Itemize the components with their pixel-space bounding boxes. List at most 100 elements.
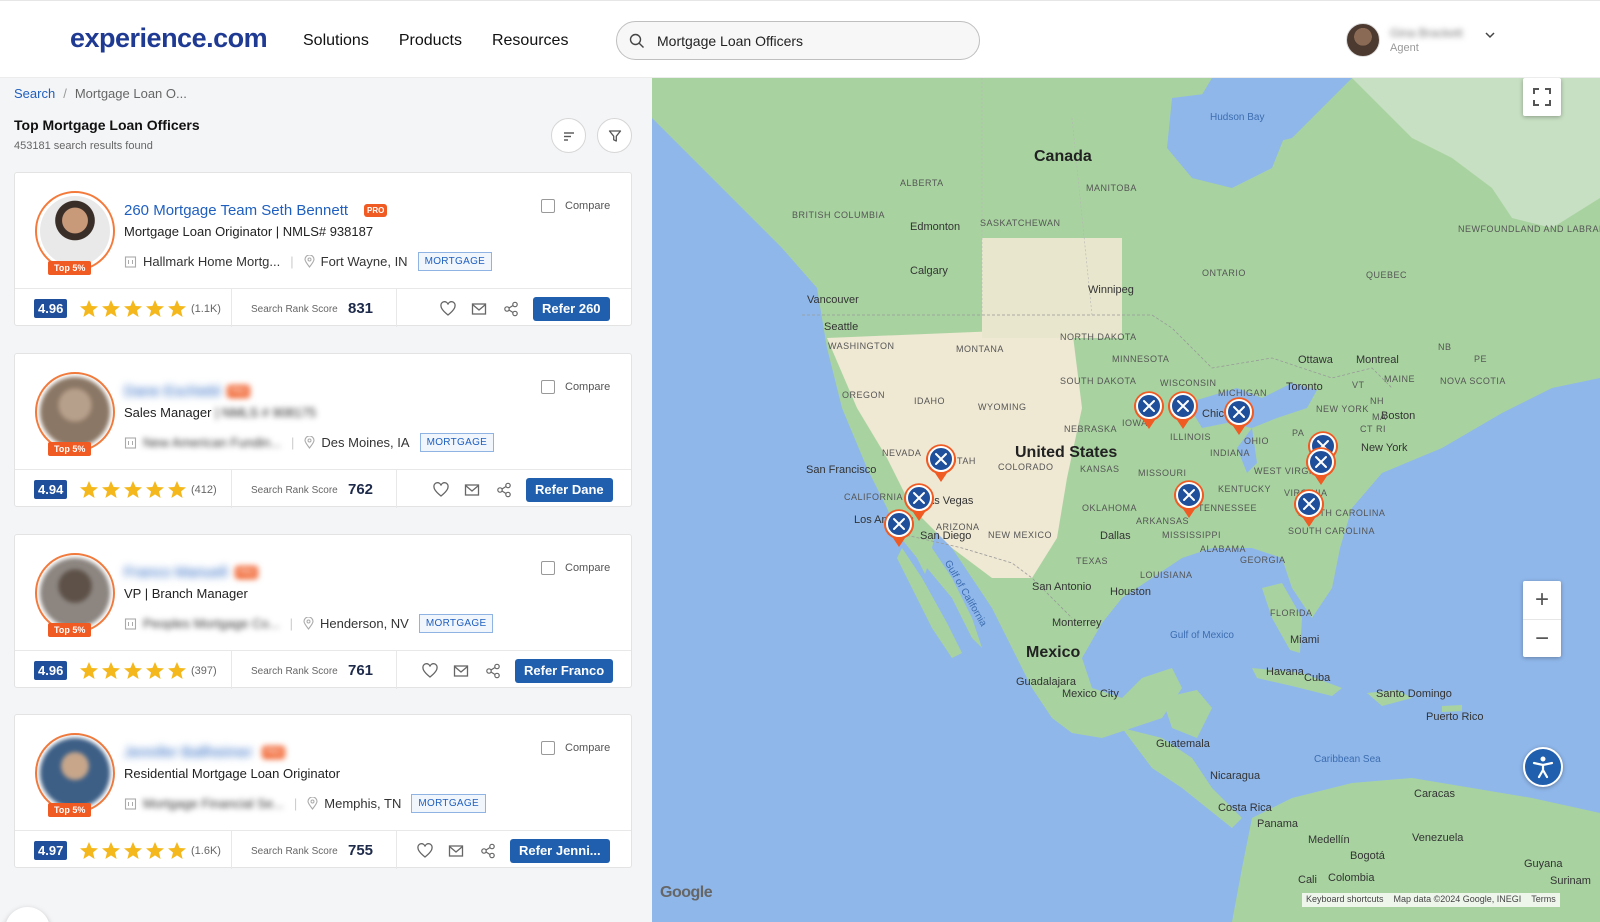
refer-button[interactable]: Refer 260 bbox=[533, 297, 610, 321]
profile-photo[interactable] bbox=[35, 733, 115, 813]
result-card[interactable]: Top 5% Jennifer Ballheimer PRO Residenti… bbox=[14, 714, 632, 869]
map-pin[interactable] bbox=[1166, 390, 1200, 430]
refer-button[interactable]: Refer Franco bbox=[515, 659, 614, 683]
star-icon bbox=[80, 481, 98, 498]
fullscreen-button[interactable] bbox=[1523, 78, 1561, 116]
map-label-city: Houston bbox=[1110, 586, 1151, 598]
refer-button[interactable]: Refer Jenni... bbox=[510, 839, 610, 863]
map-label-city: Winnipeg bbox=[1088, 284, 1134, 296]
terms-link[interactable]: Terms bbox=[1531, 894, 1556, 906]
review-count[interactable]: (412) bbox=[191, 484, 217, 496]
heart-icon[interactable] bbox=[422, 663, 438, 679]
result-card[interactable]: Top 5% 260 Mortgage Team Seth Bennett PR… bbox=[14, 172, 632, 327]
heart-icon[interactable] bbox=[433, 482, 449, 498]
map-label-state: NORTH DAKOTA bbox=[1060, 332, 1137, 342]
map-label-state: MISSISSIPPI bbox=[1162, 530, 1222, 540]
share-icon[interactable] bbox=[485, 663, 501, 679]
map-pin[interactable] bbox=[882, 508, 916, 548]
pro-badge: PRO bbox=[235, 566, 259, 579]
nav-products[interactable]: Products bbox=[399, 32, 462, 50]
filter-button[interactable] bbox=[597, 118, 632, 153]
map-pin[interactable] bbox=[924, 443, 958, 483]
map-label-country: Panama bbox=[1257, 818, 1298, 830]
keyboard-shortcuts-link[interactable]: Keyboard shortcuts bbox=[1306, 894, 1384, 906]
glasses-toggle-button[interactable] bbox=[5, 907, 50, 922]
map-canvas[interactable] bbox=[652, 78, 1600, 922]
search-rank-value: 831 bbox=[348, 300, 374, 317]
card-profile: Top 5% 260 Mortgage Team Seth Bennett PR… bbox=[15, 173, 631, 289]
filter-icon bbox=[608, 129, 621, 142]
zoom-out-button[interactable]: − bbox=[1523, 619, 1561, 657]
compare-checkbox[interactable]: Compare bbox=[541, 741, 610, 755]
share-icon[interactable] bbox=[503, 301, 519, 317]
profile-name[interactable]: Jennifer Ballheimer bbox=[124, 744, 252, 761]
results-map[interactable]: Canada United States Mexico Cuba Guatemala Ni… bbox=[652, 78, 1600, 922]
search-input[interactable] bbox=[657, 31, 957, 51]
breadcrumb-search-link[interactable]: Search bbox=[14, 86, 55, 101]
profile-name[interactable]: Dane Eschiebl bbox=[124, 383, 221, 400]
map-label-country: Colombia bbox=[1328, 872, 1375, 884]
mail-icon[interactable] bbox=[471, 301, 487, 317]
map-label-city: Cali bbox=[1298, 874, 1317, 886]
map-label-state: TEXAS bbox=[1076, 556, 1109, 566]
map-label-state: ARIZONA bbox=[936, 522, 980, 532]
profile-name[interactable]: 260 Mortgage Team Seth Bennett bbox=[124, 202, 348, 219]
map-label-city: Toronto bbox=[1286, 381, 1323, 393]
search-box[interactable] bbox=[616, 21, 980, 60]
zoom-in-button[interactable]: + bbox=[1523, 581, 1561, 619]
review-count[interactable]: (1.1K) bbox=[191, 303, 221, 315]
star-icon bbox=[102, 300, 120, 317]
experience-logo[interactable]: experience.com bbox=[70, 23, 268, 54]
share-icon[interactable] bbox=[480, 843, 496, 859]
card-stats: 4.97 (1.6K) Search Rank Score 755 Refer … bbox=[15, 831, 631, 869]
map-label-state: CALIFORNIA bbox=[844, 492, 904, 502]
profile-name[interactable]: Franco Manuell bbox=[124, 564, 227, 581]
profile-photo[interactable] bbox=[35, 191, 115, 271]
map-pin[interactable] bbox=[1292, 488, 1326, 528]
mail-icon[interactable] bbox=[453, 663, 469, 679]
share-icon[interactable] bbox=[496, 482, 512, 498]
search-rank-value: 762 bbox=[348, 481, 374, 498]
result-card[interactable]: Top 5% Franco Manuell PRO VP | Branch Ma… bbox=[14, 534, 632, 689]
search-rank-label: Search Rank Score bbox=[251, 485, 338, 496]
star-rating bbox=[79, 661, 187, 680]
map-label-country: Surinam bbox=[1550, 875, 1591, 887]
user-menu[interactable]: Gina Brackett Agent bbox=[1346, 23, 1506, 59]
star-icon bbox=[146, 842, 164, 859]
sort-icon bbox=[563, 131, 574, 141]
star-icon bbox=[102, 662, 120, 679]
map-label-country: Cuba bbox=[1304, 672, 1331, 684]
map-label-state: PE bbox=[1474, 354, 1488, 364]
sort-button[interactable] bbox=[551, 118, 586, 153]
map-pin[interactable] bbox=[1222, 396, 1256, 436]
map-pin[interactable] bbox=[1304, 446, 1338, 486]
profile-meta: New American Fundin... | Des Moines, IA … bbox=[124, 433, 495, 452]
map-pin[interactable] bbox=[1172, 479, 1206, 519]
accessibility-button[interactable] bbox=[1523, 747, 1563, 787]
compare-checkbox[interactable]: Compare bbox=[541, 561, 610, 575]
compare-checkbox[interactable]: Compare bbox=[541, 199, 610, 213]
location: Henderson, NV bbox=[303, 616, 409, 631]
nav-solutions[interactable]: Solutions bbox=[303, 32, 369, 50]
map-pin-icon bbox=[1174, 480, 1204, 518]
review-count[interactable]: (1.6K) bbox=[191, 845, 221, 857]
avatar[interactable] bbox=[1346, 23, 1380, 57]
refer-button[interactable]: Refer Dane bbox=[526, 478, 613, 502]
map-label-state: FLORIDA bbox=[1270, 608, 1313, 618]
map-pin[interactable] bbox=[1132, 390, 1166, 430]
map-label-state: MONTANA bbox=[956, 344, 1004, 354]
user-role: Agent bbox=[1390, 42, 1419, 54]
rating-score: 4.96 bbox=[34, 661, 68, 680]
mail-icon[interactable] bbox=[448, 843, 464, 859]
heart-icon[interactable] bbox=[440, 301, 456, 317]
main-nav: Solutions Products Resources bbox=[303, 32, 568, 50]
result-card[interactable]: Top 5% Dane Eschiebl PRO Sales Manager |… bbox=[14, 353, 632, 508]
mail-icon[interactable] bbox=[464, 482, 480, 498]
review-count[interactable]: (397) bbox=[191, 665, 217, 677]
chevron-down-icon[interactable] bbox=[1484, 29, 1496, 41]
profile-photo[interactable] bbox=[35, 372, 115, 452]
compare-checkbox[interactable]: Compare bbox=[541, 380, 610, 394]
heart-icon[interactable] bbox=[417, 843, 433, 859]
nav-resources[interactable]: Resources bbox=[492, 32, 568, 50]
profile-photo[interactable] bbox=[35, 553, 115, 633]
